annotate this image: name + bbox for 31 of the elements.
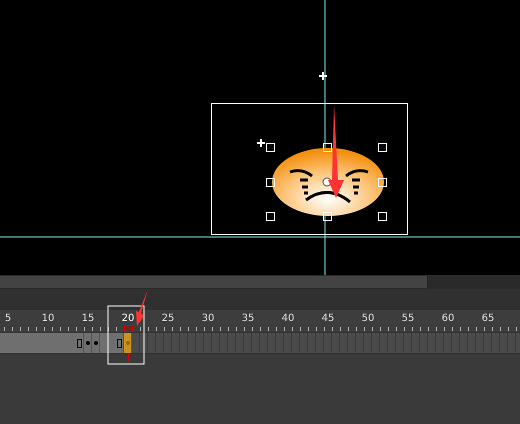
crosshair-icon [256, 138, 266, 148]
playhead[interactable] [124, 325, 133, 332]
frame-cell[interactable] [100, 333, 108, 353]
frame-number: 20 [122, 313, 134, 324]
scrollbar-thumb[interactable] [0, 276, 428, 288]
frame-cell[interactable] [116, 333, 124, 353]
frame-number: 30 [202, 313, 214, 324]
frame-number: 50 [362, 313, 374, 324]
frame-cell[interactable] [84, 333, 92, 353]
keyframe-dot [126, 341, 130, 345]
frame-number: 55 [402, 313, 414, 324]
frame-number: 35 [242, 313, 254, 324]
frame-number: 65 [482, 313, 494, 324]
frame-number: 5 [4, 313, 12, 324]
crosshair-icon [318, 71, 328, 81]
frame-number: 25 [162, 313, 174, 324]
playhead-line [128, 354, 129, 362]
highlight-box [108, 306, 144, 364]
frame-number: 60 [442, 313, 454, 324]
keyframe-dot [86, 341, 90, 345]
frame-number: 15 [82, 313, 94, 324]
frame-number: 45 [322, 313, 334, 324]
transform-handles[interactable] [266, 143, 387, 221]
frame-number: 10 [42, 313, 54, 324]
frame-number: 40 [282, 313, 294, 324]
frame-cell[interactable] [124, 333, 132, 353]
annotation-arrow [136, 289, 148, 326]
frame-cell[interactable] [76, 333, 84, 353]
keyframe-dot [94, 341, 98, 345]
frame-cell[interactable] [92, 333, 100, 353]
face-drawing[interactable] [272, 148, 384, 216]
